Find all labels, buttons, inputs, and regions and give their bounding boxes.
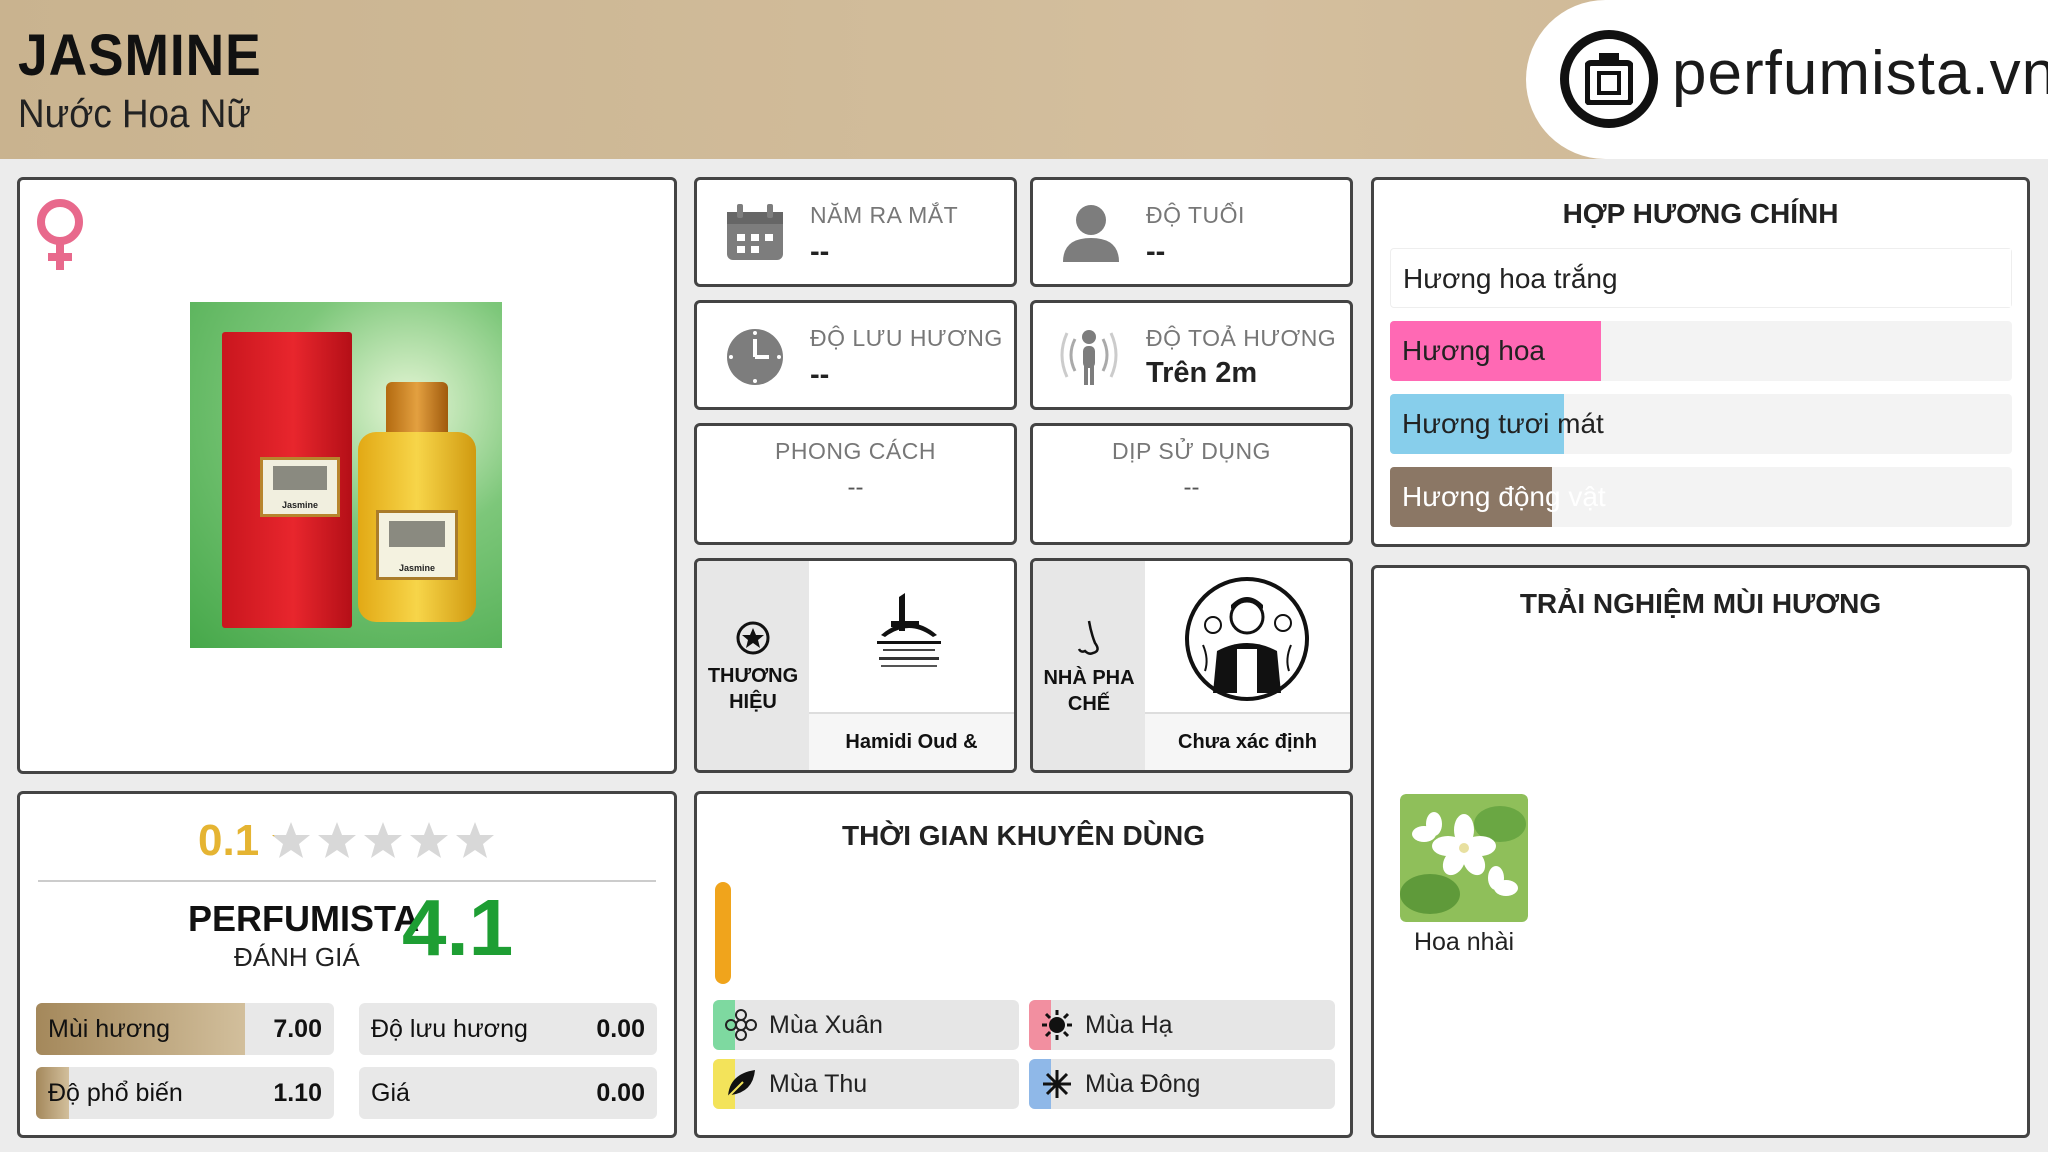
star-icon[interactable] xyxy=(316,820,358,862)
brand-caption-line2: HIỆU xyxy=(729,691,777,713)
age-value: -- xyxy=(1146,236,1166,268)
accord-row: Hương hoa xyxy=(1390,321,2012,381)
box-label-text: Jasmine xyxy=(281,500,319,510)
season-label: Mùa Thu xyxy=(769,1070,868,1098)
brand-caption-line1: THƯƠNG xyxy=(707,665,799,687)
occasion-value: -- xyxy=(1183,474,1200,501)
season-chip: Mùa Thu xyxy=(713,1059,1019,1109)
divider xyxy=(38,880,656,882)
launch-year-card: NĂM RA MẮT -- xyxy=(694,177,1017,287)
clock-icon xyxy=(727,329,783,385)
age-card: ĐỘ TUỔI -- xyxy=(1030,177,1353,287)
user-score: 0.1 xyxy=(198,816,260,865)
star-icon[interactable] xyxy=(362,820,404,862)
product-photo: Jasmine Jasmine xyxy=(190,302,502,648)
rating-stat-label: Giá xyxy=(371,1079,410,1107)
box-label: Jasmine xyxy=(260,457,340,517)
perfume-box: Jasmine xyxy=(222,332,352,628)
star-rating[interactable] xyxy=(270,820,500,866)
rating-stat-label: Độ lưu hương xyxy=(371,1015,528,1043)
season-chip: Mùa Xuân xyxy=(713,1000,1019,1050)
accord-label: Hương tươi mát xyxy=(1402,408,1604,439)
season-chip: Mùa Đông xyxy=(1029,1059,1335,1109)
sun-icon xyxy=(1041,1009,1073,1046)
perfumer-avatar-icon xyxy=(1185,577,1309,701)
brand-logo-icon xyxy=(877,593,941,667)
sillage-value: Trên 2m xyxy=(1146,357,1258,389)
person-icon xyxy=(1063,205,1119,262)
note-jasmine-card[interactable]: Hoa nhài xyxy=(1400,794,1530,964)
season-label: Mùa Đông xyxy=(1085,1070,1201,1098)
snowflake-icon xyxy=(1041,1068,1073,1105)
occasion-card: DỊP SỬ DỤNG -- xyxy=(1030,423,1353,545)
rating-caption: ĐÁNH GIÁ xyxy=(234,942,360,972)
scent-experience-title: TRẢI NGHIỆM MÙI HƯƠNG xyxy=(1519,588,1882,619)
rating-stat: Độ phổ biến 1.10 xyxy=(36,1067,334,1119)
age-label: ĐỘ TUỔI xyxy=(1146,202,1245,228)
longevity-label: ĐỘ LƯU HƯƠNG xyxy=(810,325,1003,351)
leaf-icon xyxy=(725,1068,757,1105)
sillage-card: ĐỘ TOẢ HƯƠNG Trên 2m xyxy=(1030,300,1353,410)
usage-title: THỜI GIAN KHUYÊN DÙNG xyxy=(841,820,1205,851)
perfumista-score: 4.1 xyxy=(402,883,514,972)
rating-stat: Mùi hương 7.00 xyxy=(36,1003,334,1055)
rating-stat-label: Mùi hương xyxy=(48,1015,171,1043)
rating-stat: Giá 0.00 xyxy=(359,1067,657,1119)
accord-label: Hương hoa xyxy=(1402,335,1545,366)
logo-text[interactable]: perfumista.vn xyxy=(1672,38,2048,109)
rating-stat-value: 1.10 xyxy=(273,1079,322,1107)
sillage-label: ĐỘ TOẢ HƯƠNG xyxy=(1146,325,1337,351)
note-label: Hoa nhài xyxy=(1413,928,1515,956)
style-label: PHONG CÁCH xyxy=(775,438,936,464)
bottle-label-text: Jasmine xyxy=(398,563,436,573)
rating-stat-value: 0.00 xyxy=(596,1015,645,1043)
perfumer-caption-line1: NHÀ PHA xyxy=(1043,667,1135,689)
flower-icon xyxy=(725,1009,757,1046)
nose-icon xyxy=(1077,620,1099,655)
perfume-title: JASMINE xyxy=(18,23,262,88)
perfumista-label: PERFUMISTA xyxy=(188,898,420,939)
perfumer-card[interactable]: NHÀ PHA CHẾ Chưa xác định xyxy=(1030,558,1353,773)
jasmine-flower-icon xyxy=(1400,794,1528,922)
usage-indicator-bar xyxy=(715,882,731,984)
accord-row: Hương động vật xyxy=(1390,467,2012,527)
perfumer-name[interactable]: Chưa xác định xyxy=(1145,712,1350,770)
style-card: PHONG CÁCH -- xyxy=(694,423,1017,545)
star-icon[interactable] xyxy=(270,820,312,862)
occasion-label: DỊP SỬ DỤNG xyxy=(1112,438,1271,464)
accord-label: Hương động vật xyxy=(1402,481,1606,512)
launch-year-value: -- xyxy=(810,236,830,268)
rating-stat: Độ lưu hương 0.00 xyxy=(359,1003,657,1055)
calendar-icon xyxy=(727,204,783,260)
rating-stat-label: Độ phổ biến xyxy=(48,1079,183,1107)
star-icon[interactable] xyxy=(408,820,450,862)
launch-year-label: NĂM RA MẮT xyxy=(810,202,959,228)
person-waves-icon xyxy=(1060,330,1118,385)
bottle-label: Jasmine xyxy=(376,510,458,580)
female-symbol-icon xyxy=(37,199,83,270)
star-badge-icon xyxy=(736,621,770,655)
main-accords-title: HỢP HƯƠNG CHÍNH xyxy=(1562,198,1839,229)
season-label: Mùa Hạ xyxy=(1085,1011,1173,1039)
accord-row: Hương tươi mát xyxy=(1390,394,2012,454)
brand-card[interactable]: THƯƠNG HIỆU Hamidi Oud & Perfumes xyxy=(694,558,1017,773)
longevity-card: ĐỘ LƯU HƯƠNG -- xyxy=(694,300,1017,410)
perfumer-caption-line2: CHẾ xyxy=(1067,693,1111,715)
rating-stat-value: 7.00 xyxy=(273,1015,322,1043)
perfume-subtitle: Nước Hoa Nữ xyxy=(18,92,251,136)
scent-experience-panel: TRẢI NGHIỆM MÙI HƯƠNG Hoa nhài xyxy=(1371,565,2030,1138)
season-label: Mùa Xuân xyxy=(769,1011,883,1039)
rating-stat-value: 0.00 xyxy=(596,1079,645,1107)
longevity-value: -- xyxy=(810,359,830,391)
star-icon[interactable] xyxy=(454,820,496,862)
accord-row: Hương hoa trắng xyxy=(1390,248,2012,308)
brand-name[interactable]: Hamidi Oud & Perfumes xyxy=(809,712,1014,770)
perfume-bottle-logo-icon xyxy=(1560,30,1658,128)
style-value: -- xyxy=(847,474,864,501)
accord-label: Hương hoa trắng xyxy=(1403,263,1618,294)
season-chip: Mùa Hạ xyxy=(1029,1000,1335,1050)
